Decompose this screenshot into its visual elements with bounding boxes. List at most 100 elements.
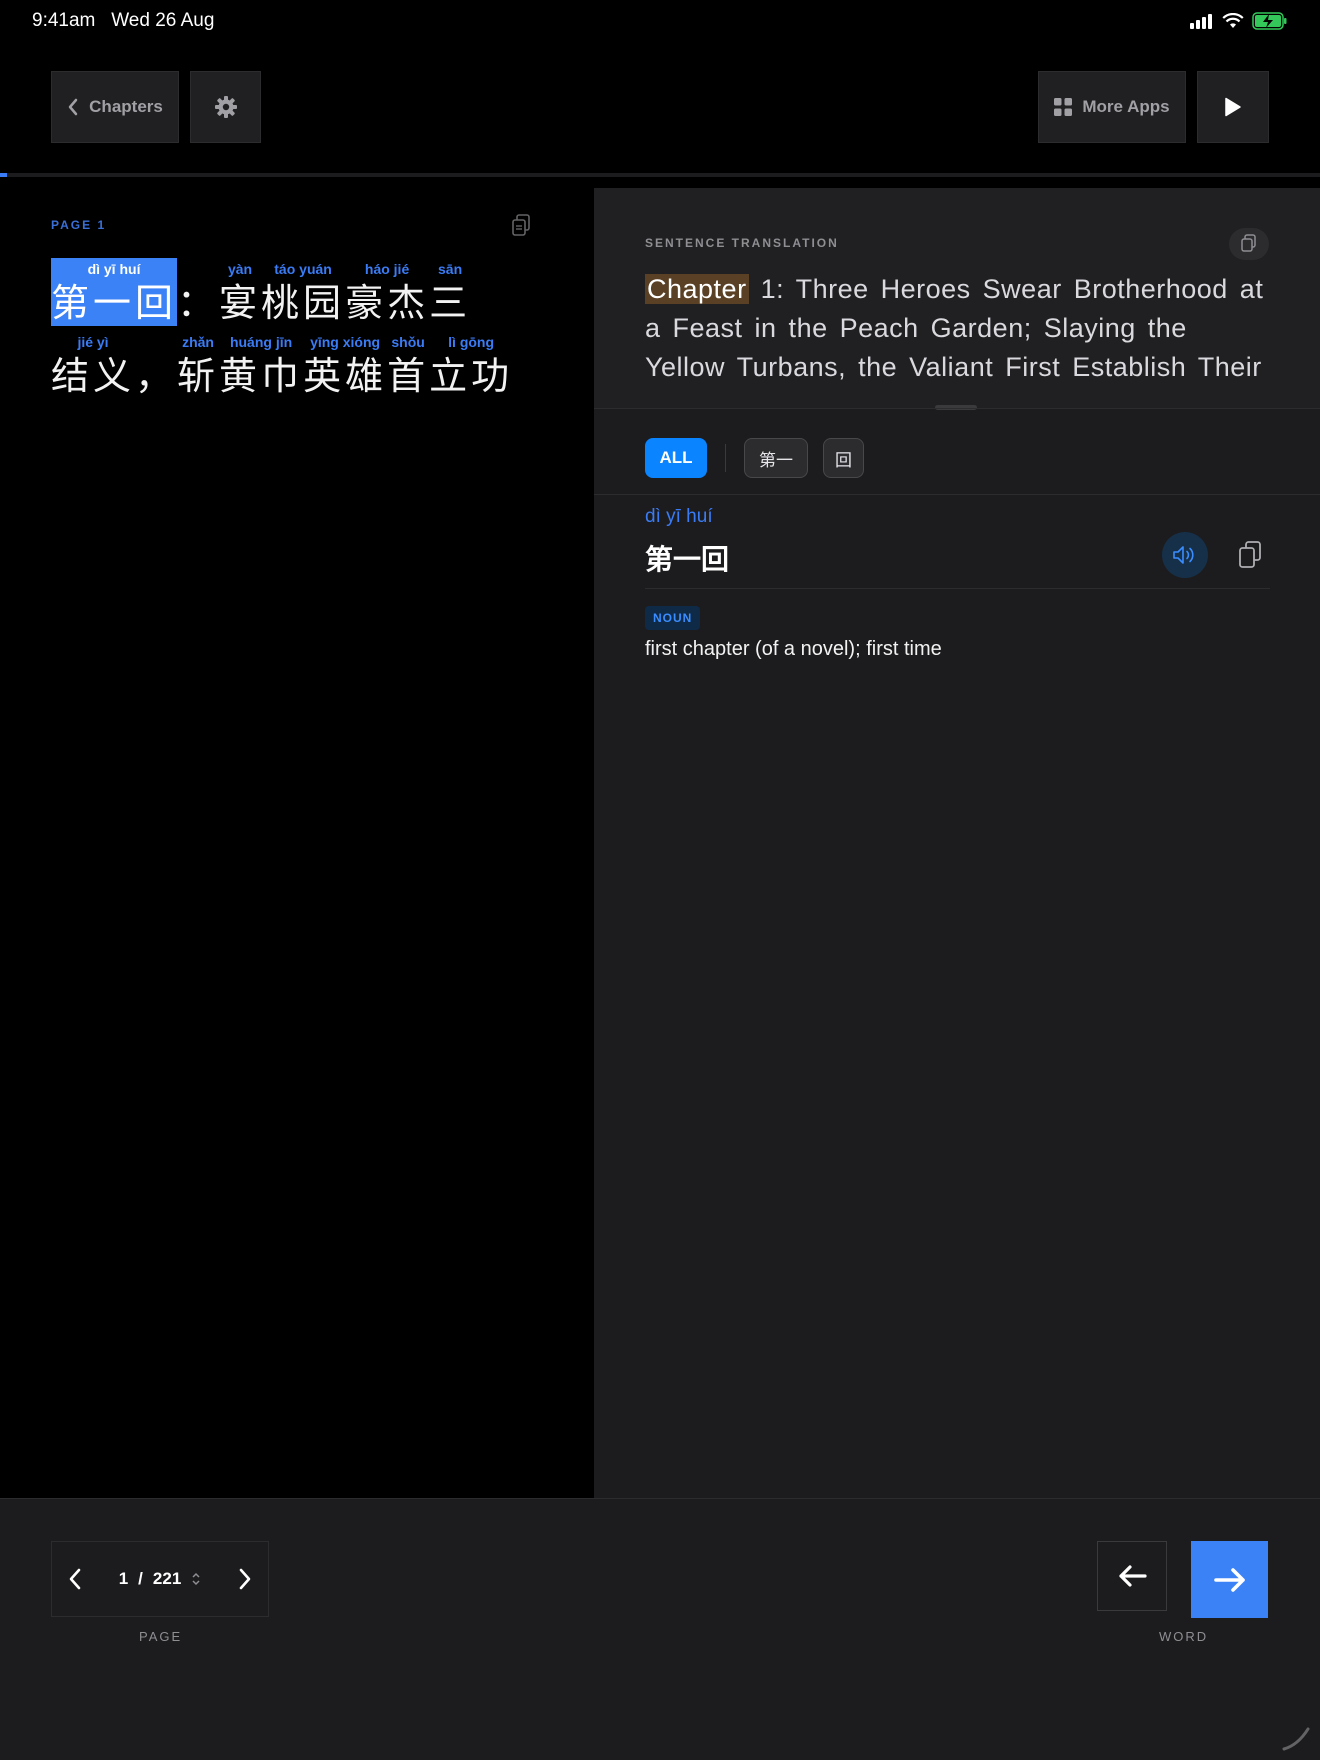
word-pinyin: jié yì: [77, 334, 109, 350]
reader-word: ：: [177, 258, 219, 326]
page-current: 1: [118, 1569, 129, 1588]
next-word-button[interactable]: [1191, 1541, 1268, 1618]
battery-charging-icon: [1252, 12, 1287, 30]
word-pinyin: huáng jīn: [229, 334, 293, 350]
page-caption: PAGE: [139, 1629, 183, 1644]
reader-word[interactable]: sān 三: [429, 258, 471, 326]
reader-word[interactable]: yīng xióng 英雄: [303, 331, 387, 399]
word-pinyin: lì gōng: [448, 334, 495, 350]
word-hanzi: 豪杰: [345, 281, 430, 325]
word-hanzi: 结义: [51, 354, 136, 398]
word-hanzi: 宴: [219, 281, 262, 325]
speak-button[interactable]: [1162, 532, 1208, 578]
definition-hanzi: 第一回: [645, 543, 730, 576]
word-hanzi: 三: [429, 281, 472, 325]
filter-chip-2[interactable]: 回: [823, 438, 864, 478]
reader-line-2: jié yì 结义， zhǎn 斩 huáng jīn 黄巾 yīng xióng 英雄 shǒ…: [51, 331, 513, 399]
reader-word[interactable]: zhǎn 斩: [177, 331, 219, 399]
translation-label: SENTENCE TRANSLATION: [645, 236, 839, 250]
reading-progress-bar: [0, 173, 1320, 177]
settings-button[interactable]: [190, 71, 261, 143]
bottom-bar: 1 / 221 PAGE WORD: [0, 1498, 1320, 1760]
word-hanzi: 立功: [429, 354, 514, 398]
divider: [594, 494, 1320, 495]
word-hanzi: 英雄: [303, 354, 388, 398]
reader-word[interactable]: táo yuán 桃园: [261, 258, 345, 326]
gear-icon: [214, 96, 237, 118]
page-counter[interactable]: 1 / 221: [119, 1569, 202, 1589]
divider: [594, 408, 1320, 409]
word-hanzi: ，: [135, 354, 178, 398]
word-hanzi: 黄巾: [219, 354, 304, 398]
word-caption: WORD: [1159, 1629, 1209, 1644]
chevron-left-icon[interactable]: [68, 1568, 82, 1590]
reading-progress-fill: [0, 173, 7, 177]
chip-separator: [725, 444, 726, 472]
play-icon: [1225, 97, 1241, 117]
filter-chip-all[interactable]: ALL: [645, 438, 707, 478]
word-pinyin: zhǎn: [182, 334, 214, 350]
word-pinyin: táo yuán: [274, 261, 332, 277]
previous-word-button[interactable]: [1097, 1541, 1167, 1611]
page-separator: /: [138, 1569, 143, 1588]
word-pinyin: shǒu: [391, 334, 425, 350]
reader-word[interactable]: shǒu 首: [387, 331, 429, 399]
detail-pane: SENTENCE TRANSLATION Chapter 1: Three He…: [594, 188, 1320, 1498]
word-pinyin: sān: [438, 261, 463, 277]
word-hanzi: 桃园: [261, 281, 346, 325]
word-pinyin: dì yī huí: [87, 261, 141, 277]
app-root: 9:41am Wed 26 Aug Chapters More Apps PAG…: [0, 0, 1320, 1760]
speaker-icon: [1173, 546, 1194, 564]
play-button[interactable]: [1197, 71, 1269, 143]
arrow-left-icon: [1119, 1565, 1147, 1587]
copy-icon: [1239, 541, 1261, 568]
definition-meaning: first chapter (of a novel); first time: [645, 638, 942, 660]
page-label: PAGE 1: [51, 218, 107, 232]
page-navigator: 1 / 221: [51, 1541, 269, 1617]
status-bar: 9:41am Wed 26 Aug: [0, 0, 1320, 44]
copy-word-button[interactable]: [1230, 534, 1270, 576]
status-time-text: 9:41am: [32, 10, 96, 31]
copy-translation-button[interactable]: [1229, 228, 1269, 260]
word-hanzi: 第一回: [51, 281, 178, 325]
word-hanzi: 斩: [177, 354, 220, 398]
translation-panel: SENTENCE TRANSLATION Chapter 1: Three He…: [594, 188, 1320, 410]
word-pinyin: yīng xióng: [310, 334, 381, 350]
reader-word[interactable]: lì gōng 立功: [429, 331, 513, 399]
grid-icon: [1054, 98, 1073, 116]
wifi-icon: [1222, 13, 1244, 28]
reader-word: ，: [135, 331, 177, 399]
word-hanzi: 首: [387, 354, 430, 398]
reader-word[interactable]: yàn 宴: [219, 258, 261, 326]
chevron-left-icon: [68, 98, 78, 116]
status-icons: [1190, 12, 1288, 30]
definition-pinyin: dì yī huí: [645, 506, 713, 527]
word-pinyin: háo jié: [364, 261, 410, 277]
chapters-label: Chapters: [89, 97, 163, 116]
copy-icon[interactable]: [511, 214, 533, 238]
more-apps-button[interactable]: More Apps: [1038, 71, 1186, 143]
status-date-text: Wed 26 Aug: [111, 10, 215, 31]
reader-word[interactable]: jié yì 结义: [51, 331, 135, 399]
reader-line-1: dì yī huí 第一回： yàn 宴 táo yuán 桃园 háo jié 豪杰 sān 三: [51, 258, 471, 326]
reader-word[interactable]: háo jié 豪杰: [345, 258, 429, 326]
reader-word[interactable]: huáng jīn 黄巾: [219, 331, 303, 399]
translation-text: Chapter 1: Three Heroes Swear Brotherhoo…: [645, 270, 1265, 388]
definition-separator: [645, 588, 1270, 589]
more-apps-label: More Apps: [1082, 97, 1170, 116]
filter-chip-1[interactable]: 第一: [744, 438, 808, 478]
chapters-button[interactable]: Chapters: [51, 71, 179, 143]
status-time: 9:41am Wed 26 Aug: [32, 10, 214, 32]
word-pinyin: yàn: [227, 261, 253, 277]
part-of-speech-badge: NOUN: [645, 606, 701, 630]
chevron-right-icon[interactable]: [238, 1568, 252, 1590]
word-hanzi: ：: [177, 281, 220, 325]
arrow-right-icon: [1213, 1567, 1245, 1592]
copy-icon: [1241, 234, 1256, 252]
chevron-updown-icon: [192, 1572, 200, 1586]
translation-highlight: Chapter: [645, 274, 749, 304]
signal-icon: [1190, 14, 1212, 29]
home-indicator-icon: [1282, 1727, 1310, 1751]
reader-word[interactable]: dì yī huí 第一回: [51, 258, 178, 326]
page-total: 221: [152, 1569, 182, 1588]
